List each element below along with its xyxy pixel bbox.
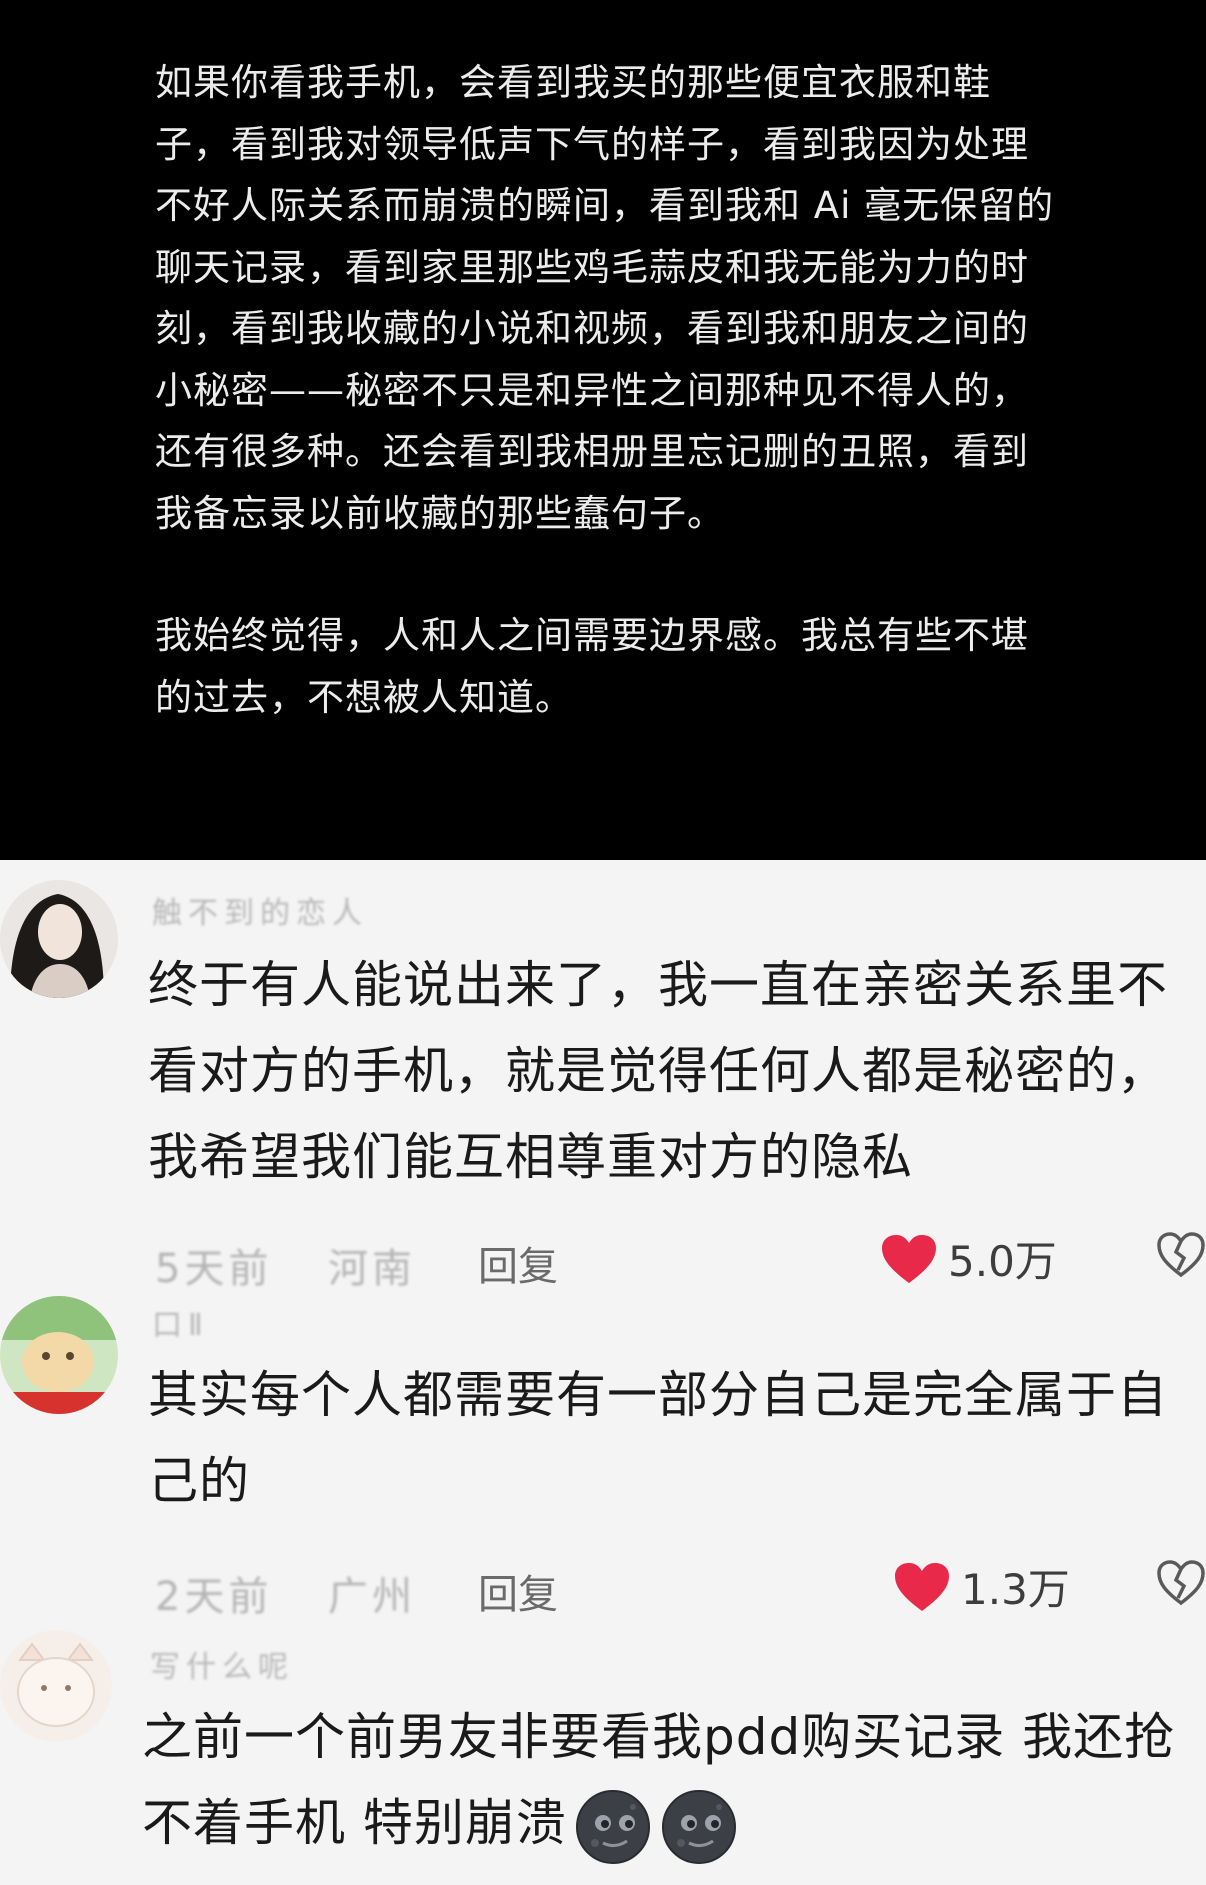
heart-icon — [895, 1562, 949, 1611]
post-paragraph-2: 我始终觉得，人和人之间需要边界感。我总有些不堪的过去，不想被人知道。 — [155, 614, 1029, 719]
like-count: 1.3万 — [961, 1565, 1070, 1614]
post-body: 如果你看我手机，会看到我买的那些便宜衣服和鞋子，看到我对领导低声下气的样子，看到… — [155, 52, 1055, 728]
comment-username[interactable]: 触不到的恋人 — [152, 888, 368, 932]
reply-button[interactable]: 回复 — [478, 1234, 558, 1292]
comment-list: 触不到的恋人 终于有人能说出来了，我一直在亲密关系里不看对方的手机，就是觉得任何… — [0, 860, 1206, 1885]
new-moon-face-icon — [573, 1787, 653, 1867]
comment-location: 广州 — [328, 1574, 416, 1620]
like-count: 5.0万 — [948, 1237, 1057, 1286]
comment-username[interactable]: 口Ⅱ — [152, 1300, 209, 1344]
reply-button[interactable]: 回复 — [478, 1562, 558, 1620]
comment-text-container: 之前一个前男友非要看我pdd购买记录 我还抢不着手机 特别崩溃 — [142, 1694, 1192, 1867]
comment-text: 终于有人能说出来了，我一直在亲密关系里不看对方的手机，就是觉得任何人都是秘密的，… — [148, 956, 1168, 1186]
comment-date: 2天前 — [155, 1574, 273, 1620]
avatar[interactable] — [0, 1630, 112, 1742]
avatar[interactable] — [0, 880, 118, 998]
broken-heart-icon[interactable] — [1156, 1232, 1206, 1278]
post-paragraph-1: 如果你看我手机，会看到我买的那些便宜衣服和鞋子，看到我对领导低声下气的样子，看到… — [155, 61, 1055, 535]
broken-heart-icon[interactable] — [1156, 1560, 1206, 1606]
post-card: 如果你看我手机，会看到我买的那些便宜衣服和鞋子，看到我对领导低声下气的样子，看到… — [0, 0, 1206, 860]
comment-text: 其实每个人都需要有一部分自己是完全属于自己的 — [148, 1366, 1168, 1510]
heart-icon — [882, 1234, 936, 1283]
avatar[interactable] — [0, 1296, 118, 1414]
comment-username[interactable]: 写什么呢 — [150, 1642, 294, 1686]
comment-date: 5天前 — [155, 1246, 273, 1292]
like-button[interactable]: 5.0万 — [880, 1228, 1057, 1289]
like-button[interactable]: 1.3万 — [893, 1556, 1070, 1617]
new-moon-face-icon — [659, 1787, 739, 1867]
comment-location: 河南 — [328, 1246, 416, 1292]
